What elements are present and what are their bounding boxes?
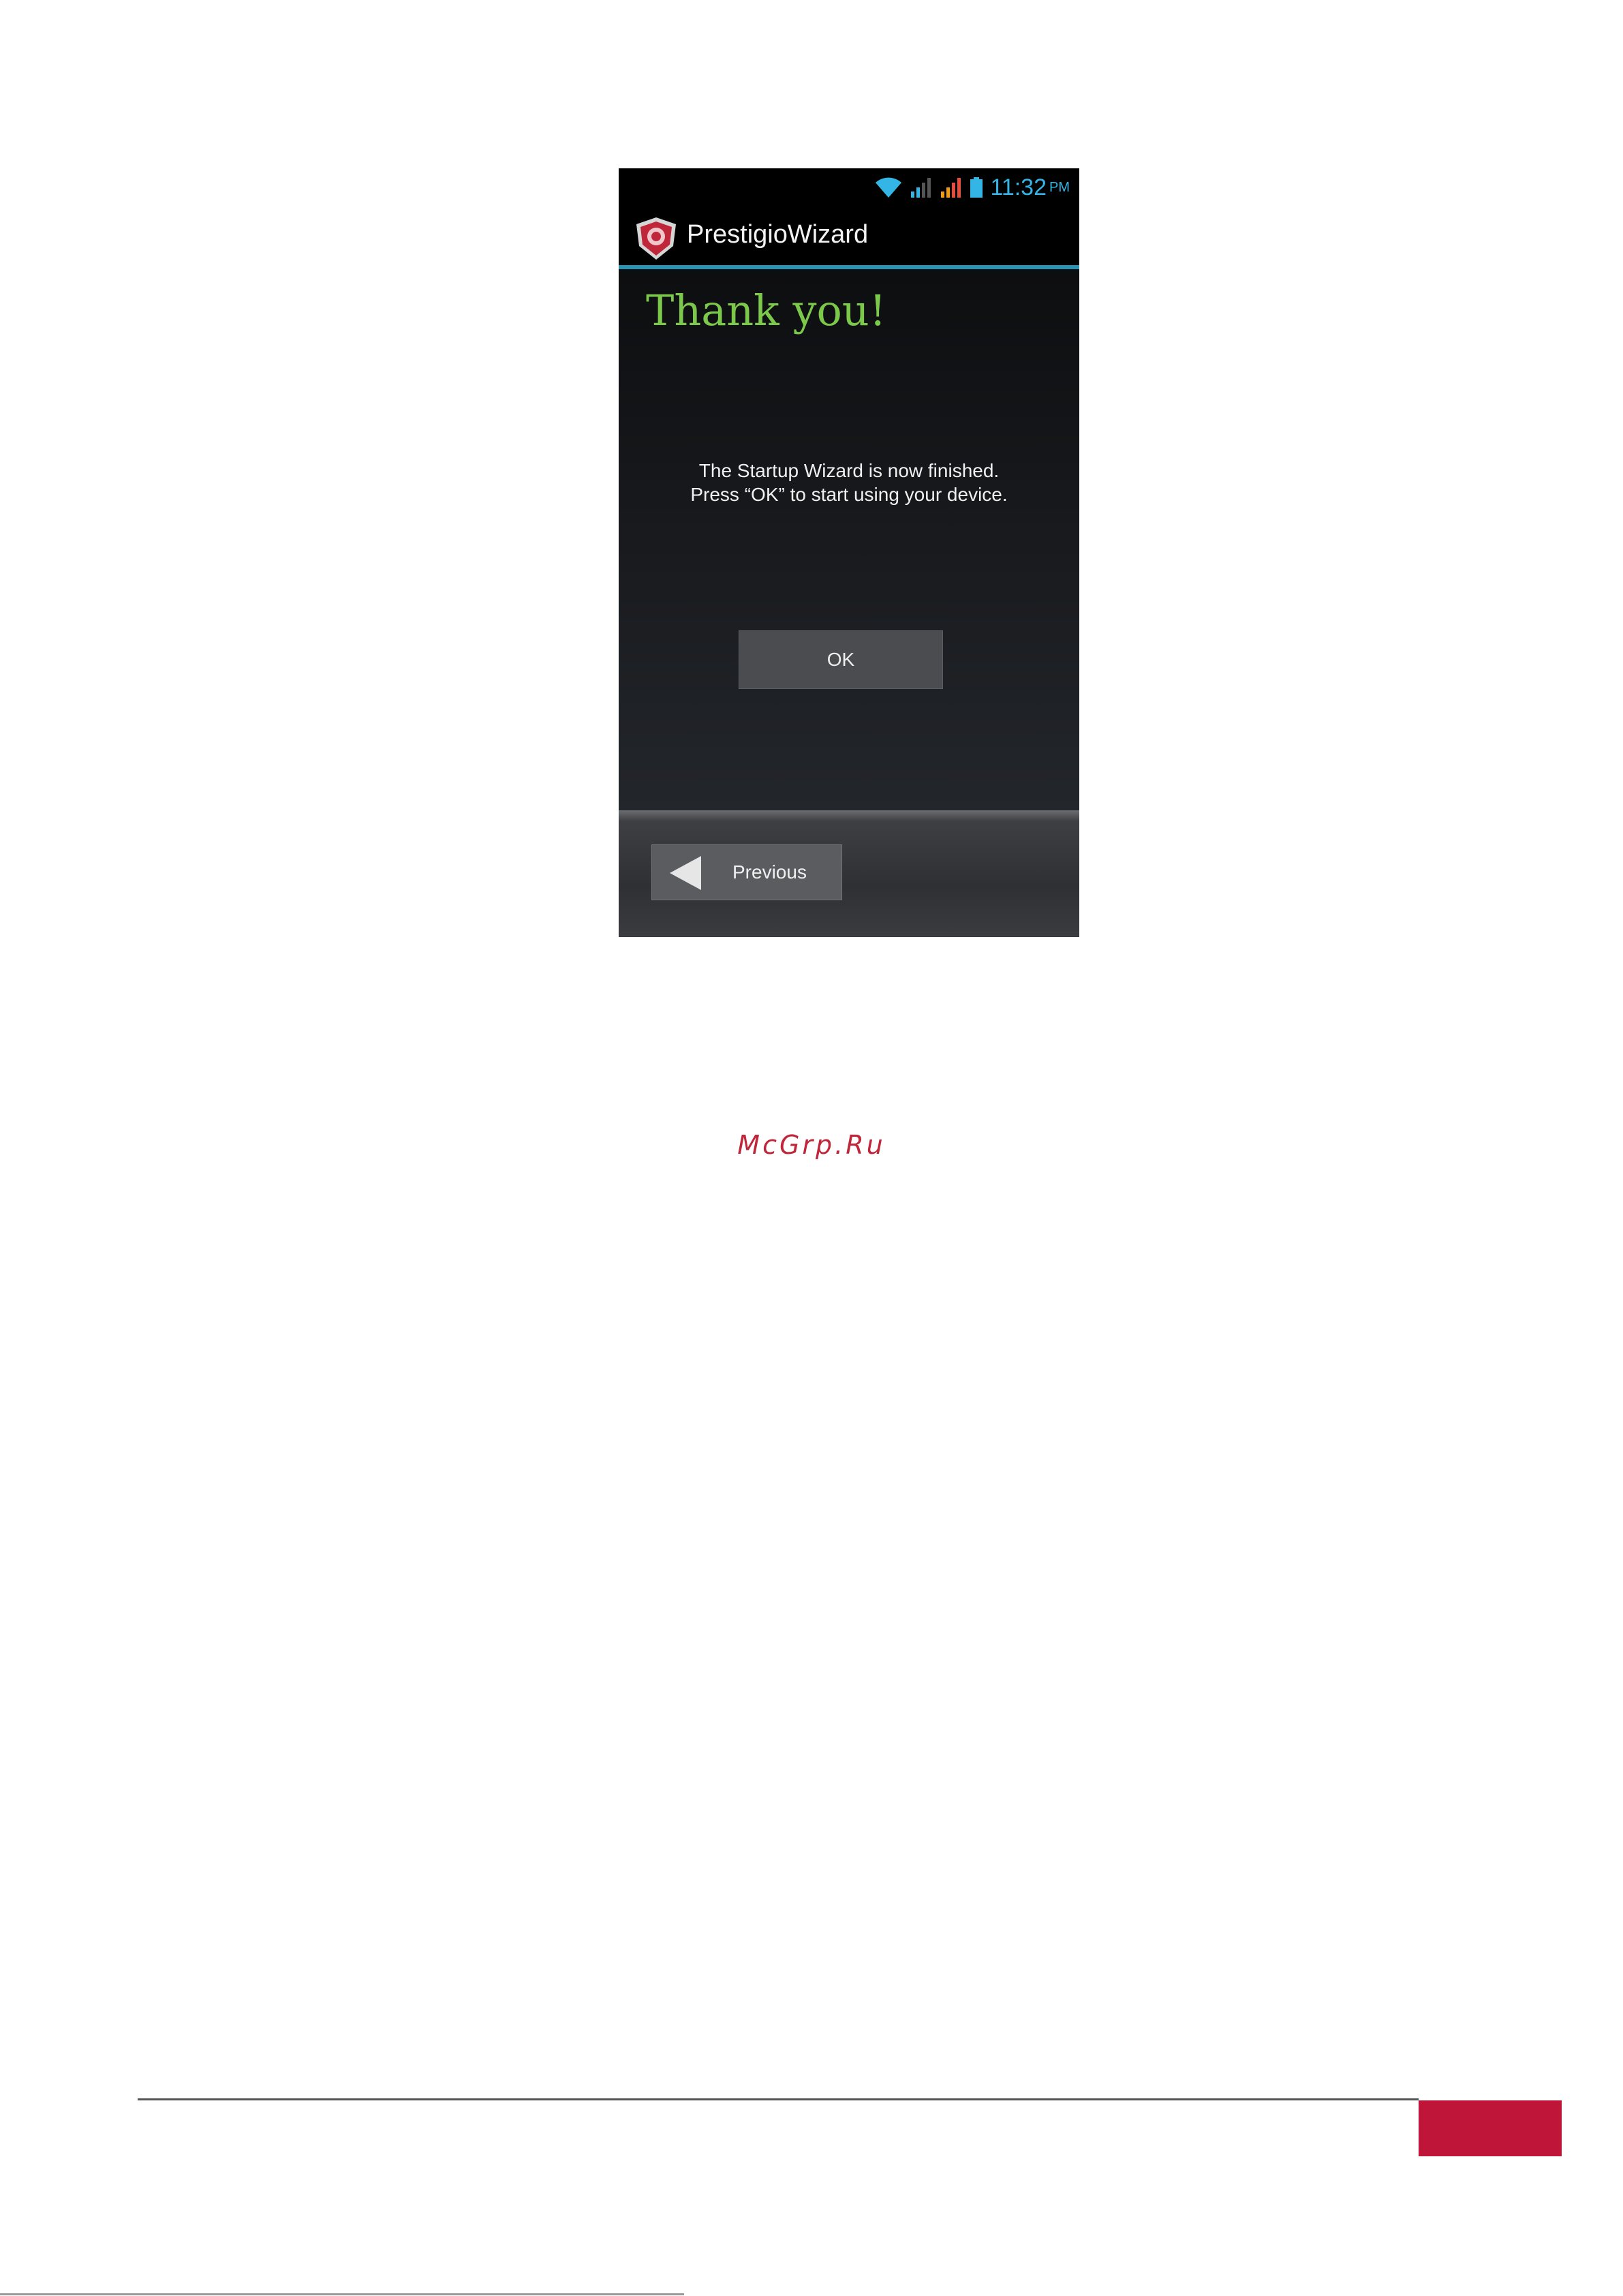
signal-icon — [941, 178, 961, 198]
bottom-divider — [0, 2293, 684, 2295]
action-bar: PrestigioWizard — [619, 206, 1079, 269]
thank-you-heading: Thank you! — [646, 286, 886, 335]
finish-message: The Startup Wizard is now finished. Pres… — [619, 459, 1079, 506]
previous-button[interactable]: Previous — [651, 844, 842, 900]
app-title: PrestigioWizard — [687, 220, 869, 249]
message-line-1: The Startup Wizard is now finished. — [698, 460, 1000, 481]
ok-button[interactable]: OK — [739, 630, 943, 689]
wizard-content: Thank you! The Startup Wizard is now fin… — [619, 269, 1079, 810]
prestigio-shield-icon — [636, 217, 676, 260]
status-icons: 11:32 PM — [874, 172, 1070, 202]
status-time: 11:32 — [990, 174, 1047, 200]
previous-label: Previous — [732, 861, 807, 883]
phone-screenshot: 11:32 PM PrestigioWizard Thank you! The … — [619, 168, 1079, 937]
status-bar: 11:32 PM — [619, 168, 1079, 206]
arrow-left-icon — [670, 856, 701, 890]
message-line-2: Press “OK” to start using your device. — [690, 484, 1008, 505]
watermark: McGrp.Ru — [737, 1130, 886, 1160]
battery-icon — [970, 177, 983, 198]
wifi-icon — [876, 177, 902, 198]
signal-icon — [911, 178, 931, 198]
status-ampm: PM — [1049, 179, 1070, 195]
wizard-footer-bar: Previous — [619, 810, 1079, 937]
footer-divider — [138, 2098, 1419, 2100]
page-number-tab — [1419, 2100, 1562, 2156]
